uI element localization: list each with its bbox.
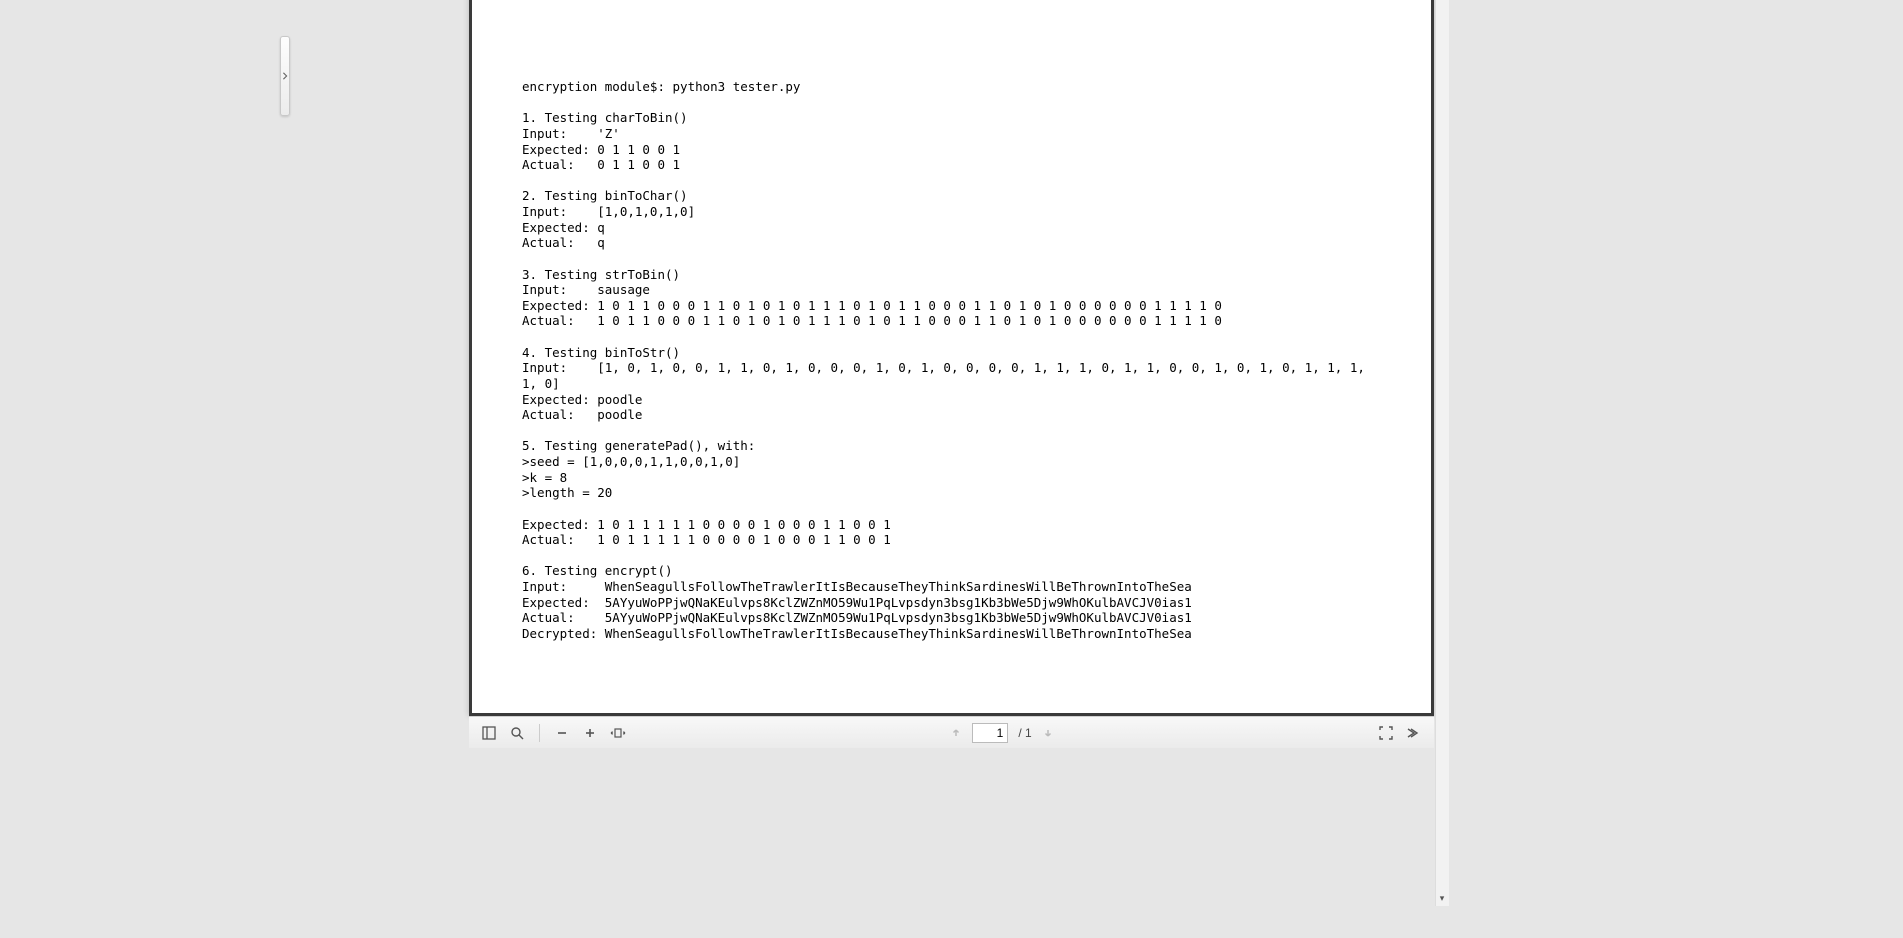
search-button[interactable]: [507, 723, 527, 743]
document-page: encryption module$: python3 tester.py 1.…: [469, 0, 1434, 716]
pdf-toolbar: / 1: [469, 716, 1434, 748]
toolbar-separator: [539, 724, 540, 742]
page-number-input[interactable]: [972, 723, 1008, 743]
zoom-out-button[interactable]: [552, 723, 572, 743]
pdf-viewport: encryption module$: python3 tester.py 1.…: [0, 0, 1903, 938]
prev-page-button[interactable]: [946, 723, 966, 743]
scroll-down-icon: ▾: [1436, 893, 1449, 904]
page-total-label: / 1: [1018, 726, 1031, 740]
sidebar-toggle-button[interactable]: [479, 723, 499, 743]
sidebar-toggle-handle[interactable]: [280, 36, 290, 116]
fullscreen-button[interactable]: [1376, 723, 1396, 743]
next-page-button[interactable]: [1038, 723, 1058, 743]
page-navigation: / 1: [946, 723, 1057, 743]
document-text: encryption module$: python3 tester.py 1.…: [472, 0, 1431, 682]
zoom-in-button[interactable]: [580, 723, 600, 743]
vertical-scrollbar[interactable]: ▾: [1435, 0, 1449, 906]
tools-menu-button[interactable]: [1404, 723, 1424, 743]
fit-width-button[interactable]: [608, 723, 628, 743]
